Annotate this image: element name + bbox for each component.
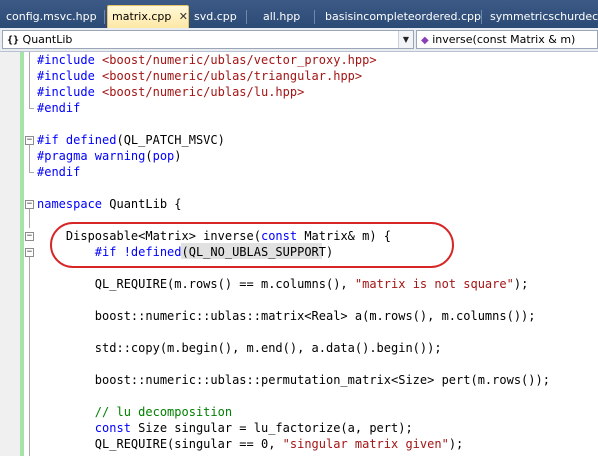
change-tracking-bar — [20, 52, 24, 456]
tab-separator — [314, 10, 315, 24]
collapse-icon[interactable]: − — [25, 248, 34, 257]
code-token: <boost/numeric/ublas/vector_proxy.hpp> — [102, 53, 377, 67]
outline-guide — [29, 52, 30, 108]
selection-margin[interactable] — [0, 52, 20, 456]
code-token: Matrix& m) { — [297, 229, 392, 243]
collapse-icon[interactable]: − — [25, 232, 34, 241]
code-line[interactable]: #endif — [37, 100, 80, 116]
code-token: "singular matrix given" — [282, 437, 449, 451]
member-value: inverse(const Matrix & m) — [432, 33, 576, 46]
code-token: Disposable<Matrix> inverse( — [37, 229, 261, 243]
code-token: const — [94, 421, 131, 435]
tab-separator — [104, 10, 105, 24]
code-token: QL_REQUIRE(m.rows() == m.columns(), — [37, 277, 355, 291]
outline-guide — [29, 257, 30, 456]
code-line[interactable]: #endif — [37, 164, 80, 180]
outline-guide — [29, 209, 30, 228]
navigation-bar: {} QuantLib ▼ ◆ inverse(const Matrix & m… — [0, 28, 598, 52]
code-token: QL_REQUIRE(singular == 0, — [37, 437, 283, 451]
namespace-icon: {} — [7, 35, 20, 46]
code-token: // lu decomposition — [37, 405, 233, 419]
tab-config-msvc-hpp[interactable]: config.msvc.hpp — [2, 6, 101, 28]
scope-dropdown[interactable]: {} QuantLib ▼ — [2, 30, 414, 49]
code-line[interactable]: // lu decomposition — [37, 404, 232, 420]
collapse-icon[interactable]: − — [25, 200, 34, 209]
code-token: QuantLib { — [102, 197, 182, 211]
code-token: #include — [37, 53, 103, 67]
code-token: std::copy(m.begin(), m.end(), a.data().b… — [37, 341, 442, 355]
tab-separator — [481, 10, 482, 24]
code-line[interactable]: std::copy(m.begin(), m.end(), a.data().b… — [37, 340, 442, 356]
code-token: boost::numeric::ublas::permutation_matri… — [37, 373, 550, 387]
code-token: (QL_PATCH_MSVC) — [116, 133, 225, 147]
outline-guide — [29, 145, 30, 172]
code-line[interactable]: #pragma warning(pop) — [37, 148, 182, 164]
code-token: namespace — [37, 197, 103, 211]
close-icon[interactable]: ✕ — [177, 11, 189, 23]
collapse-icon[interactable]: − — [25, 136, 34, 145]
code-token: ); — [513, 277, 529, 291]
code-token: ( — [145, 149, 153, 163]
member-dropdown[interactable]: ◆ inverse(const Matrix & m) — [416, 30, 598, 49]
code-token: "matrix is not square" — [354, 277, 514, 291]
tab-symmetricschurdecomp[interactable]: symmetricschurdecomp — [486, 6, 598, 28]
code-token: #if defined — [37, 133, 117, 147]
code-line[interactable]: boost::numeric::ublas::matrix<Real> a(m.… — [37, 308, 536, 324]
scope-value: QuantLib — [22, 33, 73, 46]
code-token: pop — [152, 149, 175, 163]
code-token: #endif — [37, 101, 81, 115]
tab-basisincompleteordered-cpp[interactable]: basisincompleteordered.cpp — [321, 6, 485, 28]
code-line[interactable]: #include <boost/numeric/ublas/triangular… — [37, 68, 362, 84]
code-token: #endif — [37, 165, 81, 179]
code-line[interactable]: QL_REQUIRE(singular == 0, "singular matr… — [37, 436, 463, 452]
tab-label: svd.cpp — [194, 10, 237, 23]
code-token: #if !defined — [37, 245, 182, 259]
tab-label: basisincompleteordered.cpp — [325, 10, 481, 23]
outline-end — [29, 172, 34, 173]
code-token: const — [260, 229, 298, 243]
outline-end — [29, 108, 34, 109]
tab-label: symmetricschurdecomp — [490, 10, 598, 23]
code-line[interactable]: #if !defined(QL_NO_UBLAS_SUPPORT) — [37, 244, 333, 260]
code-token: Size singular = lu_factorize(a, pert); — [130, 421, 413, 435]
code-token: #include — [37, 69, 103, 83]
tab-label: all.hpp — [263, 10, 301, 23]
tab-matrix-cpp[interactable]: matrix.cpp ✕ — [107, 5, 189, 28]
code-token: boost::numeric::ublas::matrix<Real> a(m.… — [37, 309, 536, 323]
code-line[interactable]: QL_REQUIRE(m.rows() == m.columns(), "mat… — [37, 276, 529, 292]
code-editor[interactable]: − − − − #include <boost/numeric/ublas/ve… — [0, 52, 598, 456]
code-line[interactable]: Disposable<Matrix> inverse(const Matrix&… — [37, 228, 391, 244]
tab-all-hpp[interactable]: all.hpp — [259, 6, 304, 28]
code-line[interactable]: namespace QuantLib { — [37, 196, 182, 212]
chevron-down-icon[interactable]: ▼ — [398, 31, 413, 48]
code-line[interactable]: boost::numeric::ublas::permutation_matri… — [37, 372, 550, 388]
method-icon: ◆ — [421, 35, 429, 46]
tab-svd-cpp[interactable]: svd.cpp — [190, 6, 241, 28]
code-token: (QL_NO_UBLAS_SUPPORT) — [181, 245, 334, 259]
code-token: #pragma warning — [37, 149, 146, 163]
code-token: <boost/numeric/ublas/triangular.hpp> — [102, 69, 363, 83]
code-line[interactable]: #include <boost/numeric/ublas/lu.hpp> — [37, 84, 304, 100]
code-line[interactable]: #if defined(QL_PATCH_MSVC) — [37, 132, 225, 148]
tab-label: matrix.cpp — [112, 10, 172, 23]
tab-label: config.msvc.hpp — [6, 10, 97, 23]
code-token: ) — [174, 149, 182, 163]
code-line[interactable]: const Size singular = lu_factorize(a, pe… — [37, 420, 413, 436]
code-token: #include — [37, 85, 103, 99]
code-token: ); — [448, 437, 464, 451]
tab-separator — [246, 10, 247, 24]
code-line[interactable]: #include <boost/numeric/ublas/vector_pro… — [37, 52, 377, 68]
document-tab-strip: config.msvc.hpp matrix.cpp ✕ svd.cpp all.… — [0, 0, 598, 28]
code-token: <boost/numeric/ublas/lu.hpp> — [102, 85, 305, 99]
